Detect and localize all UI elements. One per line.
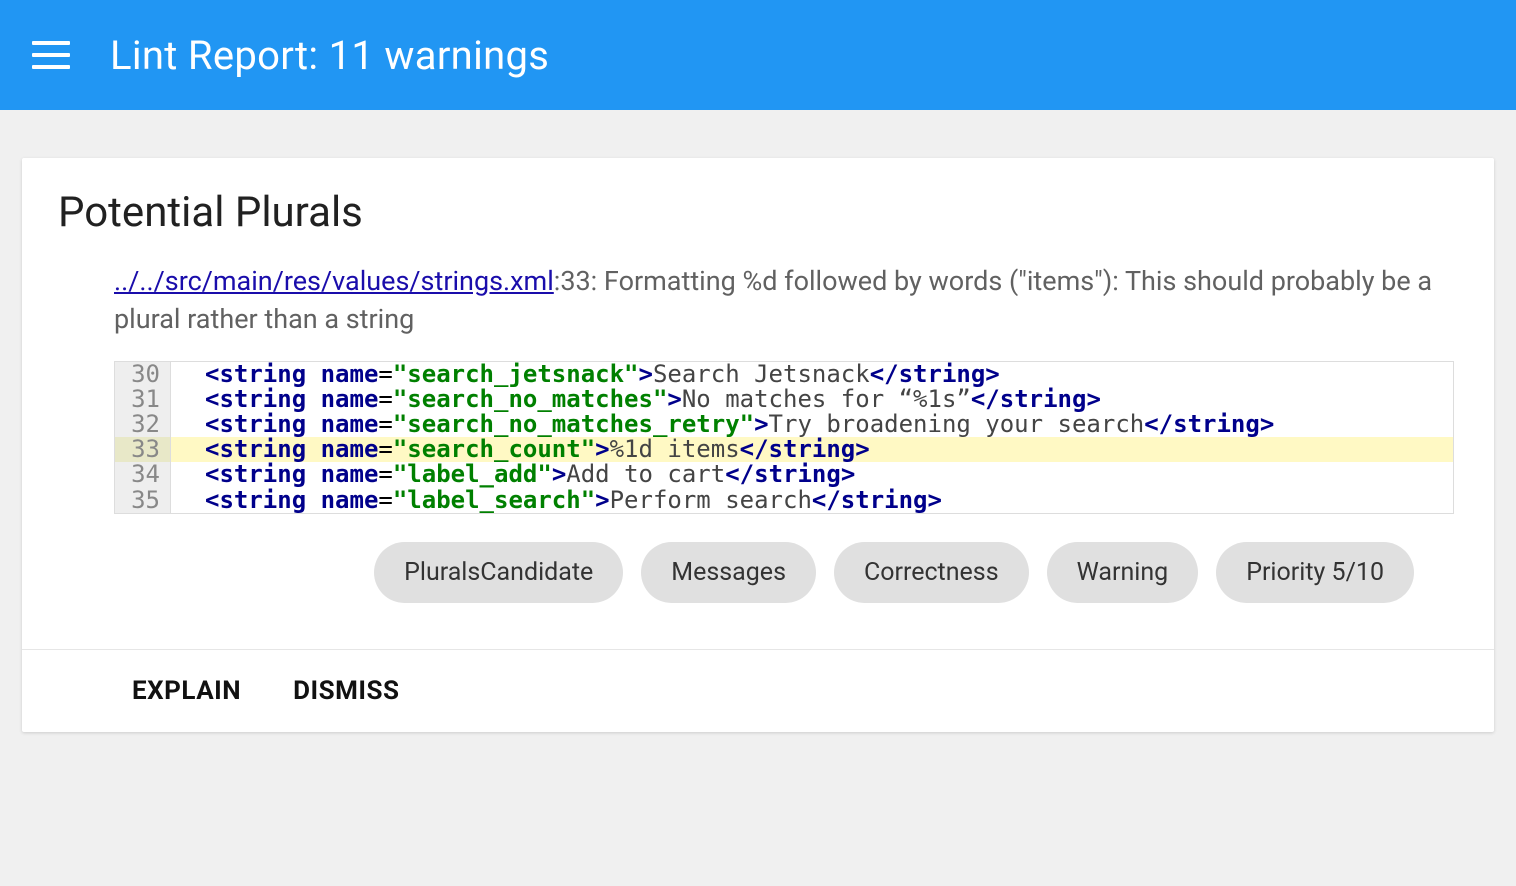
- issue-title: Potential Plurals: [58, 188, 1458, 237]
- code-content: <string name="search_no_matches_retry">T…: [171, 412, 1453, 437]
- line-number: 33: [115, 437, 171, 462]
- line-number: 32: [115, 412, 171, 437]
- app-bar: Lint Report: 11 warnings: [0, 0, 1516, 110]
- issue-summary: ../../src/main/res/values/strings.xml:33…: [58, 263, 1458, 339]
- code-content: <string name="label_add">Add to cart</st…: [171, 462, 1453, 487]
- code-line: 32<string name="search_no_matches_retry"…: [115, 412, 1453, 437]
- code-content: <string name="label_search">Perform sear…: [171, 488, 1453, 513]
- tag-chip[interactable]: PluralsCandidate: [374, 542, 623, 603]
- tag-chip[interactable]: Warning: [1047, 542, 1199, 603]
- code-line: 35<string name="label_search">Perform se…: [115, 488, 1453, 513]
- tag-chip[interactable]: Correctness: [834, 542, 1029, 603]
- page-title: Lint Report: 11 warnings: [110, 32, 549, 79]
- code-line: 31<string name="search_no_matches">No ma…: [115, 387, 1453, 412]
- code-line: 33<string name="search_count">%1d items<…: [115, 437, 1453, 462]
- code-content: <string name="search_no_matches">No matc…: [171, 387, 1453, 412]
- line-number: 31: [115, 387, 171, 412]
- code-snippet: 30<string name="search_jetsnack">Search …: [114, 361, 1454, 514]
- file-link[interactable]: ../../src/main/res/values/strings.xml: [114, 265, 554, 297]
- line-number: 34: [115, 462, 171, 487]
- line-number: 35: [115, 488, 171, 513]
- code-content: <string name="search_count">%1d items</s…: [171, 437, 1453, 462]
- card-actions: EXPLAIN DISMISS: [22, 649, 1494, 732]
- tag-chip[interactable]: Messages: [641, 542, 816, 603]
- dismiss-button[interactable]: DISMISS: [293, 676, 399, 706]
- tag-chip[interactable]: Priority 5/10: [1216, 542, 1414, 603]
- code-line: 34<string name="label_add">Add to cart</…: [115, 462, 1453, 487]
- code-line: 30<string name="search_jetsnack">Search …: [115, 362, 1453, 387]
- code-content: <string name="search_jetsnack">Search Je…: [171, 362, 1453, 387]
- tag-chip-row: PluralsCandidate Messages Correctness Warni…: [58, 514, 1458, 613]
- line-reference: :33:: [554, 265, 604, 297]
- page-body: Potential Plurals ../../src/main/res/val…: [0, 110, 1516, 772]
- hamburger-menu-icon[interactable]: [32, 41, 70, 69]
- lint-issue-card: Potential Plurals ../../src/main/res/val…: [22, 158, 1494, 732]
- card-body: Potential Plurals ../../src/main/res/val…: [22, 158, 1494, 649]
- line-number: 30: [115, 362, 171, 387]
- explain-button[interactable]: EXPLAIN: [132, 676, 241, 706]
